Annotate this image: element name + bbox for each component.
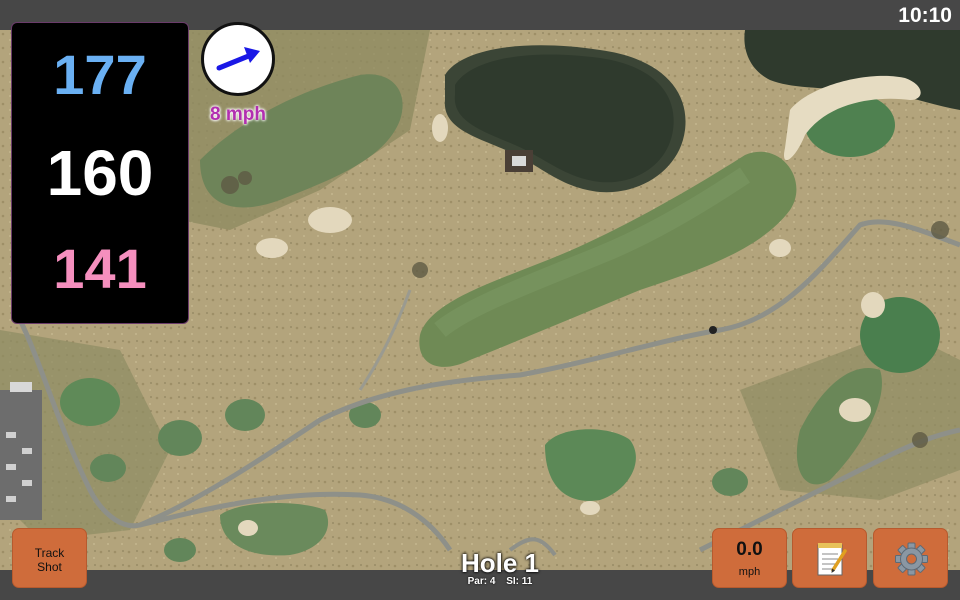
- notepad-icon: [817, 543, 847, 576]
- hole-title: Hole 1: [460, 548, 540, 578]
- wind-dial: [201, 22, 275, 96]
- gear-icon: [895, 542, 928, 576]
- track-shot-label-line1: Track: [34, 546, 65, 560]
- arrow-icon: [216, 47, 260, 71]
- settings-button[interactable]: [873, 528, 948, 588]
- hole-stroke-index: SI: 11: [506, 576, 533, 587]
- track-shot-label-line2: Shot: [37, 560, 62, 574]
- distance-panel: 177 160 141: [11, 22, 189, 324]
- back-distance: 177: [53, 43, 147, 106]
- middle-distance: 160: [46, 137, 154, 209]
- hole-par: Par: 4: [467, 576, 496, 587]
- speed-value: 0.0: [736, 539, 763, 560]
- clock: 10:10: [898, 4, 952, 27]
- hole-info: Par: 4 SI: 11: [380, 576, 620, 587]
- speed-unit: mph: [738, 566, 761, 578]
- track-shot-button[interactable]: Track Shot: [12, 528, 87, 588]
- front-distance: 141: [53, 237, 147, 300]
- speed-button[interactable]: 0.0 mph: [712, 528, 787, 588]
- wind-speed: 8 mph: [210, 104, 266, 125]
- notes-button[interactable]: [792, 528, 867, 588]
